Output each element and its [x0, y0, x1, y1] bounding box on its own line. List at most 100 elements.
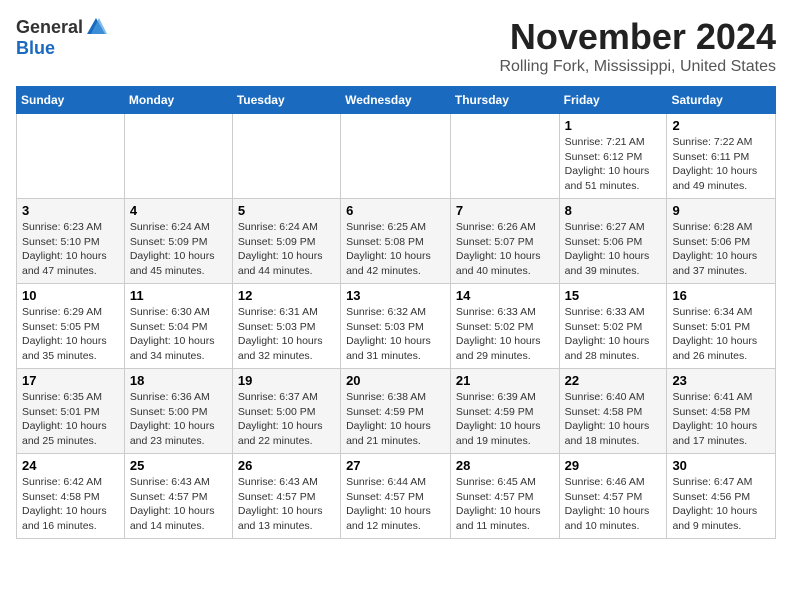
day-number: 19: [238, 373, 335, 388]
day-number: 27: [346, 458, 445, 473]
calendar-cell: 28 Sunrise: 6:45 AM Sunset: 4:57 PM Dayli…: [450, 454, 559, 539]
calendar-body: 1 Sunrise: 7:21 AM Sunset: 6:12 PM Daylig…: [17, 114, 776, 539]
day-number: 24: [22, 458, 119, 473]
location-title: Rolling Fork, Mississippi, United States: [499, 58, 776, 76]
calendar-table: SundayMondayTuesdayWednesdayThursdayFrid…: [16, 86, 776, 539]
calendar-cell: 23Sunrise: 6:41 AM Sunset: 4:58 PM Dayli…: [667, 369, 776, 454]
calendar-cell: [232, 114, 340, 199]
day-number: 28: [456, 458, 554, 473]
day-number: 11: [130, 288, 227, 303]
day-info: Sunrise: 6:32 AM Sunset: 5:03 PM Dayligh…: [346, 305, 445, 364]
day-info: Sunrise: 6:47 AM Sunset: 4:56 PM Dayligh…: [672, 475, 770, 534]
day-info: Sunrise: 6:43 AM Sunset: 4:57 PM Dayligh…: [130, 475, 227, 534]
calendar-week-row: 1 Sunrise: 7:21 AM Sunset: 6:12 PM Daylig…: [17, 114, 776, 199]
calendar-cell: 3Sunrise: 6:23 AM Sunset: 5:10 PM Daylig…: [17, 199, 125, 284]
day-number: 2: [672, 118, 770, 133]
day-number: 22: [565, 373, 662, 388]
day-number: 5: [238, 203, 335, 218]
calendar-cell: 8 Sunrise: 6:27 AM Sunset: 5:06 PM Daylig…: [559, 199, 667, 284]
day-info: Sunrise: 6:35 AM Sunset: 5:01 PM Dayligh…: [22, 390, 119, 449]
day-number: 4: [130, 203, 227, 218]
weekday-header-sunday: Sunday: [17, 87, 125, 114]
day-number: 9: [672, 203, 770, 218]
day-info: Sunrise: 6:43 AM Sunset: 4:57 PM Dayligh…: [238, 475, 335, 534]
calendar-cell: 15 Sunrise: 6:33 AM Sunset: 5:02 PM Dayli…: [559, 284, 667, 369]
calendar-cell: 16 Sunrise: 6:34 AM Sunset: 5:01 PM Dayli…: [667, 284, 776, 369]
day-info: Sunrise: 6:45 AM Sunset: 4:57 PM Dayligh…: [456, 475, 554, 534]
day-number: 17: [22, 373, 119, 388]
day-number: 26: [238, 458, 335, 473]
calendar-cell: [341, 114, 451, 199]
day-info: Sunrise: 6:39 AM Sunset: 4:59 PM Dayligh…: [456, 390, 554, 449]
calendar-cell: [124, 114, 232, 199]
day-number: 13: [346, 288, 445, 303]
day-number: 29: [565, 458, 662, 473]
calendar-cell: [17, 114, 125, 199]
day-number: 25: [130, 458, 227, 473]
day-number: 16: [672, 288, 770, 303]
calendar-cell: 2Sunrise: 7:22 AM Sunset: 6:11 PM Daylig…: [667, 114, 776, 199]
calendar-cell: 12 Sunrise: 6:31 AM Sunset: 5:03 PM Dayli…: [232, 284, 340, 369]
day-number: 10: [22, 288, 119, 303]
logo: General Blue: [16, 16, 107, 59]
day-info: Sunrise: 6:36 AM Sunset: 5:00 PM Dayligh…: [130, 390, 227, 449]
calendar-cell: 13 Sunrise: 6:32 AM Sunset: 5:03 PM Dayli…: [341, 284, 451, 369]
day-info: Sunrise: 7:21 AM Sunset: 6:12 PM Dayligh…: [565, 135, 662, 194]
weekday-header-tuesday: Tuesday: [232, 87, 340, 114]
day-info: Sunrise: 6:28 AM Sunset: 5:06 PM Dayligh…: [672, 220, 770, 279]
month-title: November 2024: [499, 16, 776, 58]
header: General Blue November 2024 Rolling Fork,…: [16, 16, 776, 76]
day-number: 1: [565, 118, 662, 133]
day-info: Sunrise: 6:38 AM Sunset: 4:59 PM Dayligh…: [346, 390, 445, 449]
calendar-cell: 20 Sunrise: 6:38 AM Sunset: 4:59 PM Dayli…: [341, 369, 451, 454]
day-number: 21: [456, 373, 554, 388]
weekday-header-saturday: Saturday: [667, 87, 776, 114]
calendar-cell: 14Sunrise: 6:33 AM Sunset: 5:02 PM Dayli…: [450, 284, 559, 369]
calendar-week-row: 24 Sunrise: 6:42 AM Sunset: 4:58 PM Dayli…: [17, 454, 776, 539]
calendar-week-row: 17 Sunrise: 6:35 AM Sunset: 5:01 PM Dayli…: [17, 369, 776, 454]
day-number: 12: [238, 288, 335, 303]
day-info: Sunrise: 6:46 AM Sunset: 4:57 PM Dayligh…: [565, 475, 662, 534]
calendar-week-row: 3Sunrise: 6:23 AM Sunset: 5:10 PM Daylig…: [17, 199, 776, 284]
title-area: November 2024 Rolling Fork, Mississippi,…: [499, 16, 776, 76]
calendar-cell: 27 Sunrise: 6:44 AM Sunset: 4:57 PM Dayli…: [341, 454, 451, 539]
calendar-cell: 30 Sunrise: 6:47 AM Sunset: 4:56 PM Dayli…: [667, 454, 776, 539]
day-number: 7: [456, 203, 554, 218]
day-number: 8: [565, 203, 662, 218]
calendar-cell: 22 Sunrise: 6:40 AM Sunset: 4:58 PM Dayli…: [559, 369, 667, 454]
calendar-cell: [450, 114, 559, 199]
day-info: Sunrise: 6:40 AM Sunset: 4:58 PM Dayligh…: [565, 390, 662, 449]
calendar-cell: 9 Sunrise: 6:28 AM Sunset: 5:06 PM Daylig…: [667, 199, 776, 284]
day-info: Sunrise: 6:29 AM Sunset: 5:05 PM Dayligh…: [22, 305, 119, 364]
day-info: Sunrise: 6:37 AM Sunset: 5:00 PM Dayligh…: [238, 390, 335, 449]
logo-blue: Blue: [16, 38, 55, 59]
day-info: Sunrise: 6:23 AM Sunset: 5:10 PM Dayligh…: [22, 220, 119, 279]
calendar-week-row: 10 Sunrise: 6:29 AM Sunset: 5:05 PM Dayli…: [17, 284, 776, 369]
calendar-cell: 6 Sunrise: 6:25 AM Sunset: 5:08 PM Daylig…: [341, 199, 451, 284]
calendar-cell: 29 Sunrise: 6:46 AM Sunset: 4:57 PM Dayli…: [559, 454, 667, 539]
day-info: Sunrise: 6:34 AM Sunset: 5:01 PM Dayligh…: [672, 305, 770, 364]
day-info: Sunrise: 6:24 AM Sunset: 5:09 PM Dayligh…: [238, 220, 335, 279]
calendar-cell: 4Sunrise: 6:24 AM Sunset: 5:09 PM Daylig…: [124, 199, 232, 284]
day-info: Sunrise: 6:31 AM Sunset: 5:03 PM Dayligh…: [238, 305, 335, 364]
calendar-cell: 7 Sunrise: 6:26 AM Sunset: 5:07 PM Daylig…: [450, 199, 559, 284]
day-number: 30: [672, 458, 770, 473]
calendar-cell: 21 Sunrise: 6:39 AM Sunset: 4:59 PM Dayli…: [450, 369, 559, 454]
calendar-cell: 18 Sunrise: 6:36 AM Sunset: 5:00 PM Dayli…: [124, 369, 232, 454]
calendar-cell: 19 Sunrise: 6:37 AM Sunset: 5:00 PM Dayli…: [232, 369, 340, 454]
day-number: 18: [130, 373, 227, 388]
day-info: Sunrise: 6:42 AM Sunset: 4:58 PM Dayligh…: [22, 475, 119, 534]
day-info: Sunrise: 6:25 AM Sunset: 5:08 PM Dayligh…: [346, 220, 445, 279]
weekday-header-row: SundayMondayTuesdayWednesdayThursdayFrid…: [17, 87, 776, 114]
day-info: Sunrise: 6:44 AM Sunset: 4:57 PM Dayligh…: [346, 475, 445, 534]
day-info: Sunrise: 6:26 AM Sunset: 5:07 PM Dayligh…: [456, 220, 554, 279]
day-info: Sunrise: 6:33 AM Sunset: 5:02 PM Dayligh…: [565, 305, 662, 364]
calendar-cell: 25 Sunrise: 6:43 AM Sunset: 4:57 PM Dayli…: [124, 454, 232, 539]
day-number: 15: [565, 288, 662, 303]
day-number: 14: [456, 288, 554, 303]
weekday-header-friday: Friday: [559, 87, 667, 114]
day-info: Sunrise: 6:27 AM Sunset: 5:06 PM Dayligh…: [565, 220, 662, 279]
day-number: 6: [346, 203, 445, 218]
day-number: 23: [672, 373, 770, 388]
day-number: 20: [346, 373, 445, 388]
